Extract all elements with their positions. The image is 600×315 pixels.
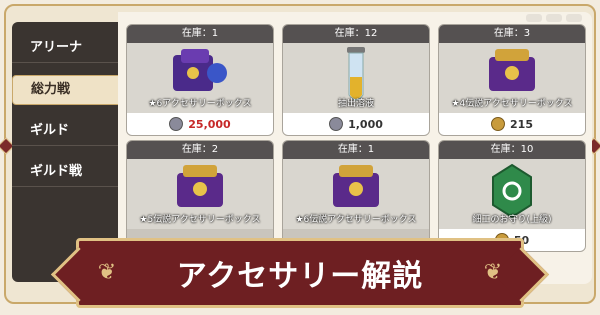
title-banner: ❦ アクセサリー解説 ❦ <box>76 238 524 308</box>
price-value: 1,000 <box>348 117 383 131</box>
top-buttons <box>526 14 582 22</box>
ornament-icon: ❦ <box>483 260 503 285</box>
tab-arena[interactable]: アリーナ <box>12 34 120 63</box>
stock-label: 在庫：12 <box>283 25 429 43</box>
shop-item-card[interactable]: 在庫：1 ★6伝説アクセサリーボックス <box>282 140 430 252</box>
tab-guild-war[interactable]: ギルド戦 <box>12 158 120 187</box>
item-name: 抽出溶液 <box>337 99 374 109</box>
item-price: 215 <box>439 113 585 135</box>
item-name: ★6アクセサリーボックス <box>148 99 252 109</box>
stock-label: 在庫：1 <box>127 25 273 43</box>
silver-coin-icon <box>329 117 344 131</box>
gold-coin-icon <box>491 117 506 131</box>
item-name: ★6伝説アクセサリーボックス <box>295 215 417 225</box>
shop-item-card[interactable]: 在庫：10 細工のお守り(上級) 50 <box>438 140 586 252</box>
tab-total-war[interactable]: 総力戦 <box>12 75 120 105</box>
item-price: 1,000 <box>283 113 429 135</box>
item-price: 25,000 <box>127 113 273 135</box>
stock-label: 在庫：1 <box>283 141 429 159</box>
stock-label: 在庫：10 <box>439 141 585 159</box>
shop-item-card[interactable]: 在庫：1 ★6アクセサリーボックス 25,000 <box>126 24 274 136</box>
shop-item-card[interactable]: 在庫：2 ★5伝説アクセサリーボックス <box>126 140 274 252</box>
item-name: ★4伝説アクセサリーボックス <box>451 99 573 109</box>
silver-coin-icon <box>169 117 184 131</box>
stock-label: 在庫：2 <box>127 141 273 159</box>
shop-item-card[interactable]: 在庫：3 ★4伝説アクセサリーボックス 215 <box>438 24 586 136</box>
price-value: 25,000 <box>188 117 231 131</box>
item-name: 細工のお守り(上級) <box>472 215 552 225</box>
tab-guild[interactable]: ギルド <box>12 117 120 146</box>
ornament-icon: ❦ <box>97 260 117 285</box>
price-value: 215 <box>510 117 533 131</box>
banner-title: アクセサリー解説 <box>176 259 424 294</box>
item-name: ★5伝説アクセサリーボックス <box>139 215 261 225</box>
shop-item-card[interactable]: 在庫：12 抽出溶液 1,000 <box>282 24 430 136</box>
stock-label: 在庫：3 <box>439 25 585 43</box>
